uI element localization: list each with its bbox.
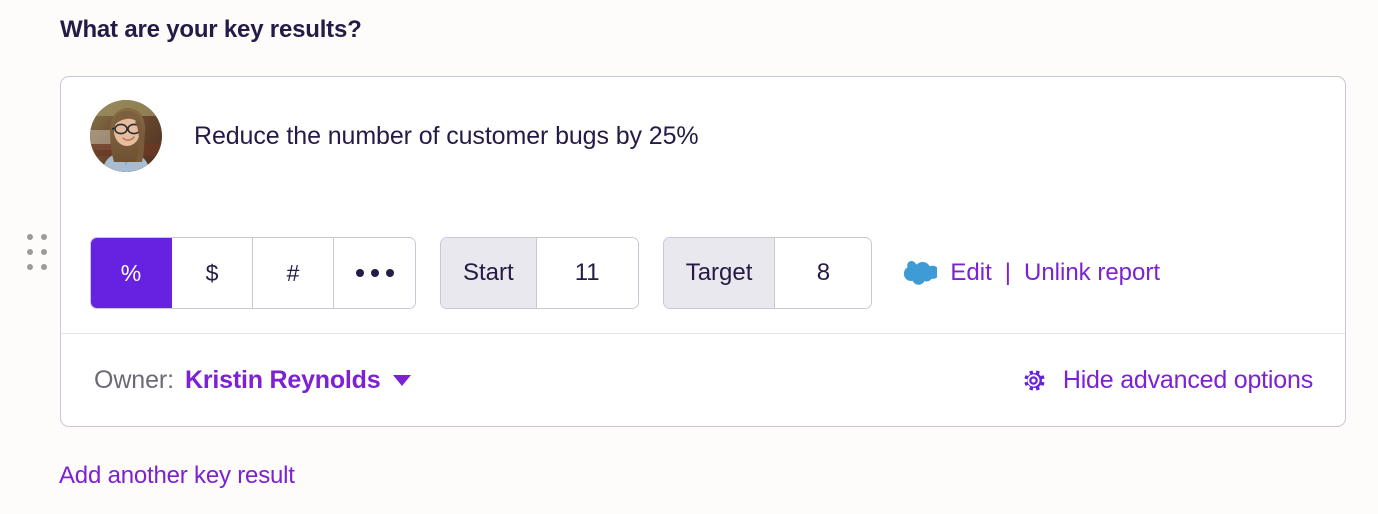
unit-segment-more[interactable]: [334, 238, 415, 308]
key-result-statement: Reduce the number of customer bugs by 25…: [194, 121, 699, 150]
owner-label: Owner:: [94, 366, 174, 394]
link-separator: |: [1004, 259, 1011, 286]
unit-segment-currency[interactable]: $: [172, 238, 253, 308]
start-value-input[interactable]: [536, 238, 638, 308]
key-results-section: What are your key results? Reduce the nu…: [0, 0, 1378, 514]
key-result-card: Reduce the number of customer bugs by 25…: [60, 76, 1346, 427]
drag-handle[interactable]: [27, 234, 47, 276]
drag-dot: [41, 249, 47, 255]
drag-dot: [41, 234, 47, 240]
gear-icon: [1024, 370, 1045, 391]
add-another-key-result-link[interactable]: Add another key result: [59, 462, 295, 490]
start-label: Start: [441, 238, 537, 308]
start-field-group: Start: [440, 237, 639, 309]
key-result-header: Reduce the number of customer bugs by 25…: [61, 77, 1345, 195]
target-field-group: Target: [662, 237, 873, 309]
unlink-report-link[interactable]: Unlink report: [1024, 259, 1160, 287]
drag-dot: [41, 264, 47, 270]
ellipsis-icon: [355, 269, 394, 277]
page-title: What are your key results?: [60, 16, 362, 43]
hide-advanced-options-button[interactable]: Hide advanced options: [1020, 366, 1313, 395]
key-result-footer: Owner: Kristin Reynolds Hide advanced op…: [61, 334, 1345, 427]
salesforce-cloud-icon: [904, 261, 938, 285]
unit-segment-number[interactable]: #: [253, 238, 334, 308]
target-label: Target: [663, 238, 776, 308]
key-result-controls: % $ # Start Target: [61, 217, 1345, 329]
drag-dot: [27, 249, 33, 255]
drag-dot: [27, 234, 33, 240]
edit-report-link[interactable]: Edit: [950, 259, 991, 287]
unit-segment-currency-label: $: [205, 259, 219, 286]
chevron-down-icon[interactable]: [393, 375, 412, 386]
hide-advanced-options-label: Hide advanced options: [1062, 366, 1313, 394]
unit-type-segmented-control[interactable]: % $ #: [90, 237, 416, 309]
avatar: [90, 100, 162, 172]
owner-selector[interactable]: Owner: Kristin Reynolds: [94, 366, 412, 395]
owner-name[interactable]: Kristin Reynolds: [185, 366, 381, 395]
unit-segment-percent[interactable]: %: [91, 238, 172, 308]
linked-report-actions: Edit | Unlink report: [903, 259, 1160, 287]
unit-segment-number-label: #: [286, 259, 300, 286]
drag-dot: [27, 264, 33, 270]
unit-segment-percent-label: %: [120, 259, 142, 286]
target-value-input[interactable]: [775, 238, 872, 308]
